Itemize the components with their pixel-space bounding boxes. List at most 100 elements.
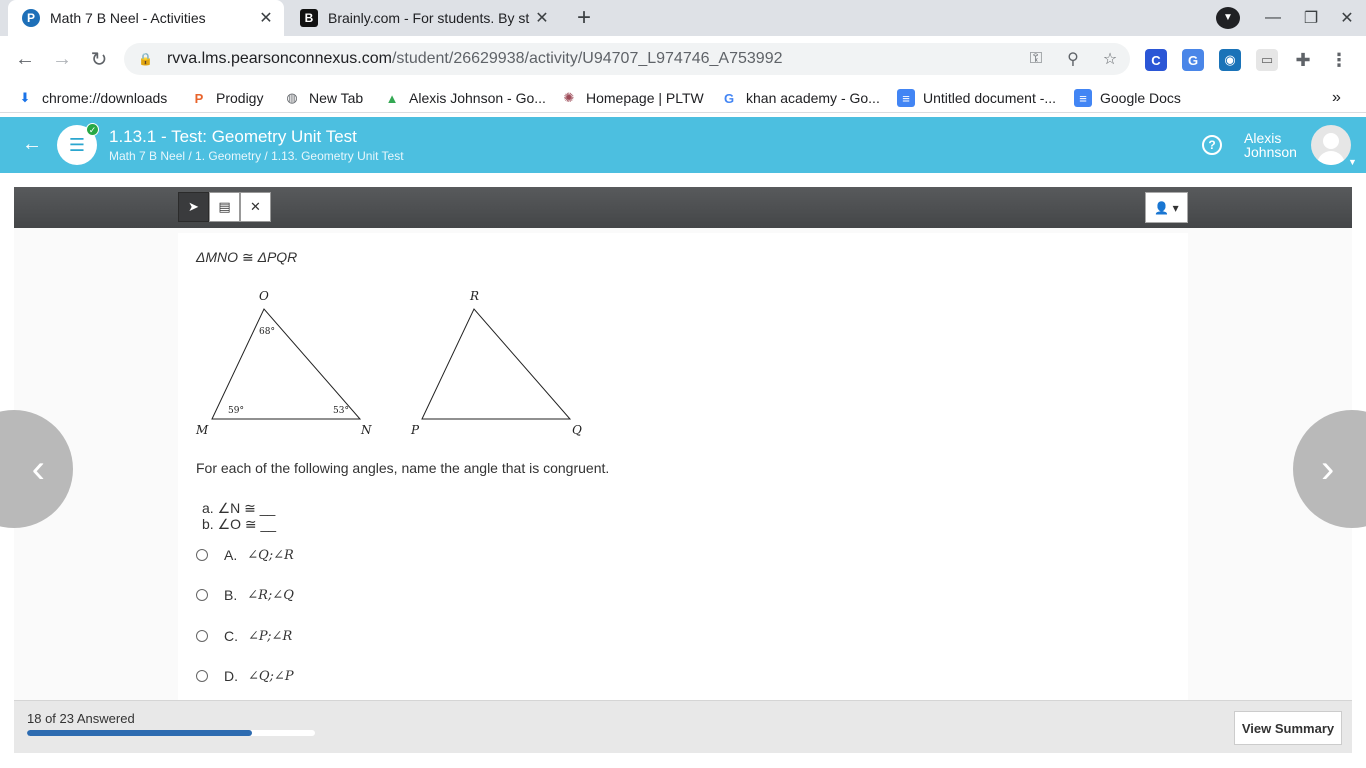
angle-o-label: 68° xyxy=(259,327,275,337)
more-bookmarks-button[interactable]: » xyxy=(1332,87,1341,109)
address-bar[interactable]: 🔒 rvva.lms.pearsonconnexus.com/student/2… xyxy=(124,43,1130,75)
question-panel: ΔMNO ≅ ΔPQR O M N 68° 59° 53° R P Q For … xyxy=(178,233,1188,700)
bookmark-label: khan academy - Go... xyxy=(746,90,880,106)
check-icon: ✓ xyxy=(86,123,99,136)
activity-checklist-icon: ☰ ✓ xyxy=(57,123,99,165)
radio-d[interactable] xyxy=(196,670,208,682)
new-tab-button[interactable]: + xyxy=(570,5,598,33)
bookmark-new-tab[interactable]: ◍ New Tab xyxy=(283,87,363,109)
bookmark-label: Untitled document -... xyxy=(923,90,1057,106)
tab-math-activities[interactable]: P Math 7 B Neel - Activities ✕ xyxy=(8,0,284,36)
zoom-icon[interactable]: ⚲ xyxy=(1059,43,1087,75)
option-letter: D. xyxy=(224,668,238,684)
vertex-m-label: M xyxy=(195,423,209,437)
pltw-icon: ✺ xyxy=(563,90,575,105)
vertex-r-label: R xyxy=(469,289,479,303)
bookmark-prodigy[interactable]: P Prodigy xyxy=(190,87,264,109)
triangle-mno xyxy=(211,308,362,420)
close-tab-icon[interactable]: ✕ xyxy=(254,8,278,28)
browser-toolbar: ← → ↻ 🔒 rvva.lms.pearsonconnexus.com/stu… xyxy=(0,36,1366,82)
breadcrumb[interactable]: Math 7 B Neel / 1. Geometry / 1.13. Geom… xyxy=(109,149,404,163)
radio-a[interactable] xyxy=(196,549,208,561)
tab-search-icon[interactable]: ▼ xyxy=(1216,7,1240,29)
pearson-p-icon: P xyxy=(22,9,40,27)
tab-strip: P Math 7 B Neel - Activities ✕ B Brainly… xyxy=(0,0,1366,36)
menu-kebab-icon[interactable]: ⋮ xyxy=(1328,49,1350,71)
bookmark-label: chrome://downloads xyxy=(42,90,168,106)
extension-c-icon[interactable]: C xyxy=(1145,49,1167,71)
key-icon[interactable]: ⚿ xyxy=(1022,43,1050,75)
bookmark-untitled-doc[interactable]: ≡ Untitled document -... xyxy=(897,87,1056,109)
part-b: b. ∠O ≅ __ xyxy=(202,516,277,532)
google-translate-icon[interactable]: G xyxy=(1182,49,1204,71)
bookmark-drive[interactable]: ▲ Alexis Johnson - Go... xyxy=(383,87,546,109)
option-letter: C. xyxy=(224,628,238,644)
user-name[interactable]: Alexis Johnson xyxy=(1244,131,1297,159)
prodigy-icon: P xyxy=(194,90,204,106)
avatar[interactable] xyxy=(1311,125,1351,165)
answer-option-a[interactable]: A. ∠Q;∠R xyxy=(196,545,294,565)
angle-n-label: 53° xyxy=(333,406,349,416)
answer-option-d[interactable]: D. ∠Q;∠P xyxy=(196,666,294,686)
bookmark-google-docs[interactable]: ≡ Google Docs xyxy=(1074,87,1181,109)
brainly-b-icon: B xyxy=(300,9,318,27)
puzzle-extensions-icon[interactable]: ✚ xyxy=(1292,49,1314,71)
download-icon: ⬇ xyxy=(19,90,31,105)
bookmark-pltw[interactable]: ✺ Homepage | PLTW xyxy=(560,87,704,109)
pointer-tool-button[interactable]: ➤ xyxy=(178,192,209,222)
bookmark-khan[interactable]: G khan academy - Go... xyxy=(720,87,880,109)
option-text: ∠R;∠Q xyxy=(247,587,294,603)
view-summary-button[interactable]: View Summary xyxy=(1234,711,1342,745)
activity-title: 1.13.1 - Test: Geometry Unit Test xyxy=(109,127,357,146)
triangle-pqr xyxy=(421,308,572,420)
progress-fill xyxy=(27,730,253,736)
person-icon: 👤 xyxy=(1154,200,1170,215)
google-docs-icon: ≡ xyxy=(897,89,915,107)
tab-title: Brainly.com - For students. By stu xyxy=(328,10,530,26)
back-arrow-icon[interactable]: ← xyxy=(22,133,42,156)
chevron-right-icon: › xyxy=(1321,446,1335,491)
radio-b[interactable] xyxy=(196,589,208,601)
close-window-button[interactable]: ✕ xyxy=(1328,0,1366,36)
eliminate-tool-button[interactable]: ✕ xyxy=(240,192,271,222)
google-docs-icon: ≡ xyxy=(1074,89,1092,107)
bookmark-label: New Tab xyxy=(309,90,364,106)
progress-bar xyxy=(27,730,315,736)
back-button[interactable]: ← xyxy=(10,44,40,74)
notes-tool-button[interactable]: ▤ xyxy=(209,192,240,222)
tab-brainly[interactable]: B Brainly.com - For students. By stu ✕ xyxy=(290,0,560,36)
forward-button[interactable]: → xyxy=(47,44,77,74)
bookmark-label: Google Docs xyxy=(1100,90,1181,106)
answer-option-b[interactable]: B. ∠R;∠Q xyxy=(196,585,294,605)
reload-button[interactable]: ↻ xyxy=(84,44,114,74)
radio-c[interactable] xyxy=(196,630,208,642)
url-host: rvva.lms.pearsonconnexus.com xyxy=(166,50,392,67)
cast-icon[interactable]: ▭ xyxy=(1256,49,1278,71)
answer-option-c[interactable]: C. ∠P;∠R xyxy=(196,626,292,646)
minimize-button[interactable]: — xyxy=(1254,0,1292,36)
question-stem: ΔMNO ≅ ΔPQR xyxy=(196,249,298,265)
part-a: a. ∠N ≅ __ xyxy=(202,500,276,516)
chevron-left-icon: ‹ xyxy=(31,446,45,491)
vertex-n-label: N xyxy=(360,423,372,437)
extension-globe-icon[interactable]: ◉ xyxy=(1219,49,1241,71)
angle-m-label: 59° xyxy=(228,406,244,416)
bookmarks-bar: ⬇ chrome://downloads P Prodigy ◍ New Tab… xyxy=(0,82,1366,113)
restore-button[interactable]: ❐ xyxy=(1292,0,1330,36)
option-letter: B. xyxy=(224,587,238,603)
progress-footer: 18 of 23 Answered View Summary xyxy=(14,700,1352,753)
bookmark-star-icon[interactable]: ☆ xyxy=(1096,43,1124,75)
chevron-down-icon[interactable]: ▼ xyxy=(1348,157,1357,167)
lock-icon[interactable]: 🔒 xyxy=(138,52,153,66)
user-menu-button[interactable]: 👤 ▾ xyxy=(1145,192,1188,223)
option-text: ∠Q;∠P xyxy=(248,668,294,684)
answered-count: 18 of 23 Answered xyxy=(27,711,135,726)
question-prompt: For each of the following angles, name t… xyxy=(196,460,610,476)
vertex-q-label: Q xyxy=(572,423,582,437)
question-parts: a. ∠N ≅ __ b. ∠O ≅ __ xyxy=(202,500,276,532)
help-icon[interactable]: ? xyxy=(1202,135,1222,155)
tab-title: Math 7 B Neel - Activities xyxy=(50,10,206,26)
close-tab-icon[interactable]: ✕ xyxy=(530,8,554,28)
bookmark-downloads[interactable]: ⬇ chrome://downloads xyxy=(16,87,168,109)
option-letter: A. xyxy=(224,547,238,563)
